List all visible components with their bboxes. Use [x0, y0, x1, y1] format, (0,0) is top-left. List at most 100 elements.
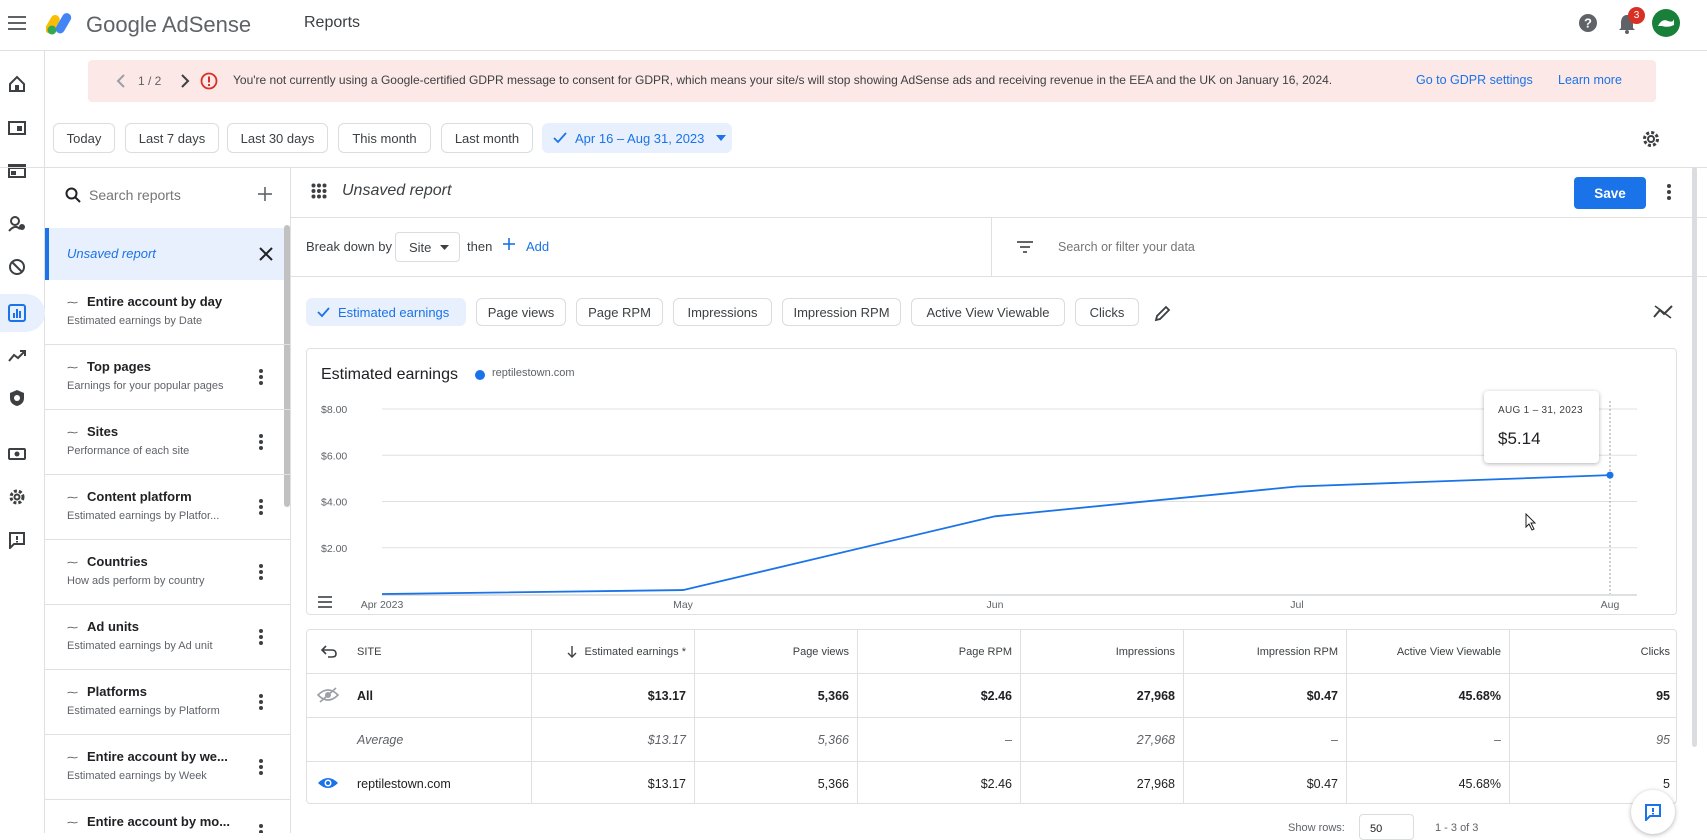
help-icon[interactable]: ? [1578, 13, 1598, 33]
column-header[interactable]: Clicks [1509, 630, 1676, 674]
sidebar-item-report[interactable]: ⁓ Entire account by we... Estimated earnin… [45, 735, 290, 800]
column-header[interactable]: Page views [694, 630, 857, 674]
report-table: SITE Estimated earnings * Page views Page R… [306, 629, 1677, 804]
menu-icon[interactable] [8, 15, 28, 31]
undo-icon[interactable] [321, 644, 337, 658]
table-cell: 5,366 [694, 762, 857, 803]
metric-chip-impressions[interactable]: Impressions [673, 298, 772, 326]
sidebar-item-report[interactable]: ⁓ Ad units Estimated earnings by Ad unit [45, 605, 290, 670]
metric-chip-clicks[interactable]: Clicks [1075, 298, 1139, 326]
rows-per-page-select[interactable]: 50 [1359, 814, 1414, 840]
chart-table-icon[interactable] [318, 596, 332, 608]
date-last7-chip[interactable]: Last 7 days [125, 123, 219, 153]
date-custom-chip[interactable]: Apr 16 – Aug 31, 2023 [542, 123, 732, 153]
report-settings-icon[interactable] [1641, 129, 1661, 149]
optimization-icon[interactable] [6, 345, 28, 367]
brand-name: Google AdSense [86, 12, 252, 37]
metric-chip-page-rpm[interactable]: Page RPM [576, 298, 663, 326]
chevron-left-icon[interactable] [116, 74, 126, 88]
chart-toggle-icon[interactable] [1653, 304, 1673, 320]
column-header[interactable]: Impressions [1020, 630, 1183, 674]
sidebar-item-report[interactable]: ⁓ Content platform Estimated earnings by P… [45, 475, 290, 540]
report-subtitle: Estimated earnings by Platform [67, 705, 220, 717]
blocking-controls-icon[interactable] [6, 256, 28, 278]
more-vert-icon[interactable] [251, 497, 271, 517]
more-vert-icon[interactable] [251, 367, 271, 387]
add-breakdown-button[interactable]: Add [526, 239, 549, 254]
close-icon[interactable] [259, 247, 273, 261]
privacy-messaging-icon[interactable] [6, 213, 28, 235]
add-report-icon[interactable] [257, 186, 273, 202]
apps-grid-icon[interactable] [311, 183, 327, 199]
metric-chip-page-views[interactable]: Page views [476, 298, 566, 326]
metric-chip-impression-rpm[interactable]: Impression RPM [782, 298, 901, 326]
more-vert-icon[interactable] [251, 432, 271, 452]
sidebar-item-report[interactable]: ⁓ Sites Performance of each site [45, 410, 290, 475]
settings-icon[interactable] [6, 486, 28, 508]
feedback-fab[interactable] [1631, 790, 1675, 834]
table-cell: 45.68% [1346, 674, 1509, 718]
more-options-icon[interactable] [1666, 183, 1672, 201]
adsense-logo-icon [46, 10, 76, 36]
breakdown-select[interactable]: Site [395, 232, 460, 262]
sidebar-item-report[interactable]: ⁓ Entire account by day Estimated earnings… [45, 280, 290, 345]
column-header[interactable]: Impression RPM [1183, 630, 1346, 674]
payments-icon[interactable] [6, 443, 28, 465]
column-header[interactable]: Estimated earnings * [531, 630, 694, 674]
tooltip-label: AUG 1 – 31, 2023 [1498, 405, 1583, 416]
gdpr-settings-link[interactable]: Go to GDPR settings [1416, 73, 1533, 87]
reports-icon[interactable] [6, 302, 28, 324]
column-header[interactable]: SITE [307, 630, 531, 674]
metric-chip-active-view[interactable]: Active View Viewable [911, 298, 1065, 326]
page-title: Reports [304, 14, 361, 31]
more-vert-icon[interactable] [251, 562, 271, 582]
page-scrollbar[interactable] [1692, 167, 1697, 747]
report-title: Entire account by day [87, 294, 223, 309]
breakdown-value: Site [409, 239, 432, 255]
sidebar-item-report[interactable]: ⁓ Countries How ads perform by country [45, 540, 290, 605]
table-row: Average $13.17 5,366–27,968– –95 [307, 718, 1676, 762]
sidebar-active-report[interactable]: Unsaved report [45, 228, 290, 280]
save-button[interactable]: Save [1574, 177, 1646, 209]
y-tick-label: $8.00 [321, 404, 347, 416]
home-icon[interactable] [6, 73, 28, 95]
sites-icon[interactable] [6, 117, 28, 139]
series-line [381, 474, 1611, 595]
sidebar-item-report[interactable]: ⁓ Top pages Earnings for your popular page… [45, 345, 290, 410]
sidebar-item-report[interactable]: ⁓ Platforms Estimated earnings by Platform [45, 670, 290, 735]
report-title: Sites [87, 424, 119, 439]
avatar[interactable] [1652, 9, 1680, 37]
more-vert-icon[interactable] [251, 822, 271, 833]
edit-metrics-icon[interactable] [1154, 304, 1172, 322]
date-last-month-chip[interactable]: Last month [441, 123, 533, 153]
search-reports-input[interactable] [89, 181, 239, 209]
more-vert-icon[interactable] [251, 692, 271, 712]
more-vert-icon[interactable] [251, 757, 271, 777]
report-subtitle: Earnings for your popular pages [67, 380, 224, 392]
report-title[interactable]: Unsaved report [342, 182, 451, 200]
date-this-month-chip[interactable]: This month [338, 123, 431, 153]
table-cell: $0.47 [1183, 762, 1346, 803]
column-header[interactable]: Active View Viewable [1346, 630, 1509, 674]
ads-icon[interactable] [6, 160, 28, 182]
check-icon [317, 306, 330, 317]
column-header[interactable]: Page RPM [857, 630, 1020, 674]
metric-chip-estimated-earnings[interactable]: Estimated earnings [306, 298, 466, 326]
chart-card: Estimated earnings reptilestown.com $8.0… [306, 348, 1677, 615]
table-cell: 5,366 [694, 718, 857, 762]
feedback-icon[interactable] [6, 529, 28, 551]
hide-all-icon[interactable] [317, 687, 339, 703]
sidebar-item-report[interactable]: ⁓ Entire account by mo... [45, 800, 290, 833]
date-last30-chip[interactable]: Last 30 days [227, 123, 328, 153]
filter-input[interactable] [1058, 236, 1358, 258]
chevron-right-icon[interactable] [180, 74, 190, 88]
visibility-icon[interactable] [317, 776, 339, 790]
learn-more-link[interactable]: Learn more [1558, 73, 1622, 87]
brand-safety-icon[interactable] [6, 387, 28, 409]
show-rows-label: Show rows: [1288, 822, 1345, 834]
date-today-chip[interactable]: Today [53, 123, 115, 153]
table-cell: – [857, 718, 1020, 762]
add-icon[interactable] [503, 238, 515, 250]
more-vert-icon[interactable] [251, 627, 271, 647]
error-icon [200, 72, 218, 90]
